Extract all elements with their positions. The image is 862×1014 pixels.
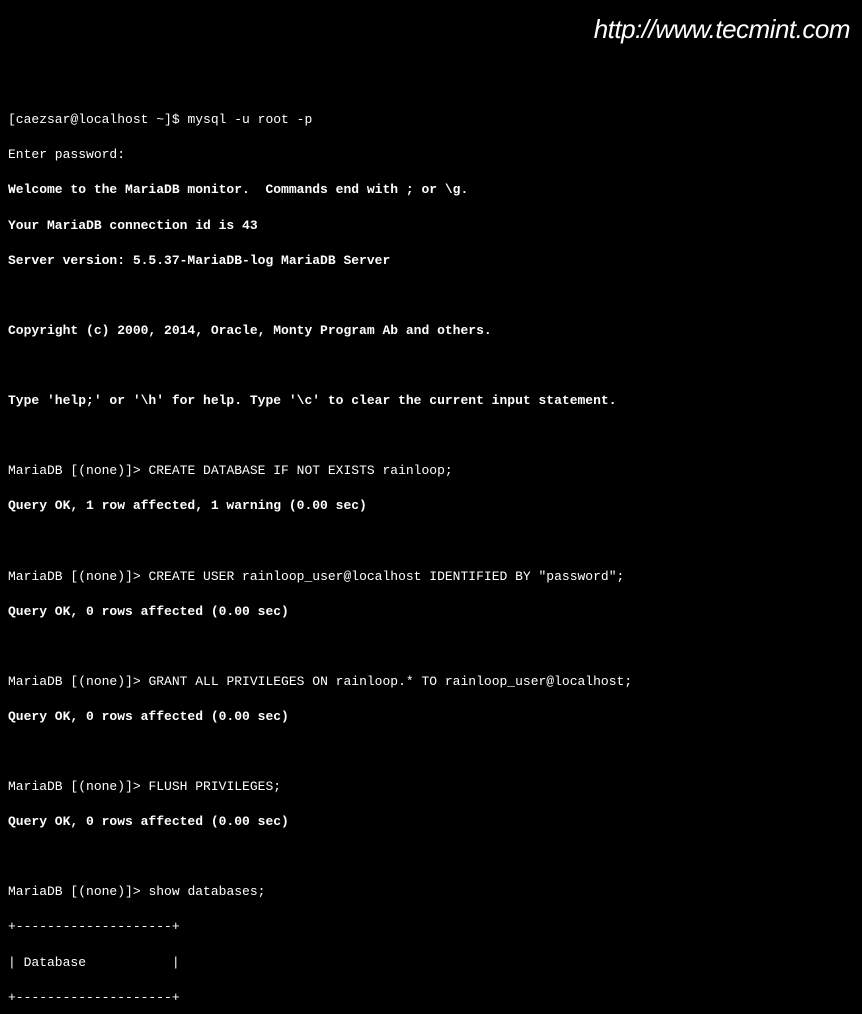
mariadb-prompt: MariaDB [(none)]> bbox=[8, 569, 148, 584]
server-version: Server version: 5.5.37-MariaDB-log Maria… bbox=[8, 253, 390, 268]
terminal-line: Query OK, 0 rows affected (0.00 sec) bbox=[8, 708, 854, 726]
terminal-line: Welcome to the MariaDB monitor. Commands… bbox=[8, 181, 854, 199]
border-text: +--------------------+ bbox=[8, 919, 180, 934]
terminal-line: Your MariaDB connection id is 43 bbox=[8, 217, 854, 235]
blank-line bbox=[8, 357, 854, 375]
terminal-line: Query OK, 0 rows affected (0.00 sec) bbox=[8, 813, 854, 831]
mariadb-prompt: MariaDB [(none)]> bbox=[8, 674, 148, 689]
mariadb-prompt: MariaDB [(none)]> bbox=[8, 884, 148, 899]
terminal-line: Enter password: bbox=[8, 146, 854, 164]
connection-id: Your MariaDB connection id is 43 bbox=[8, 218, 258, 233]
terminal-line[interactable]: MariaDB [(none)]> GRANT ALL PRIVILEGES O… bbox=[8, 673, 854, 691]
terminal-line[interactable]: MariaDB [(none)]> CREATE DATABASE IF NOT… bbox=[8, 462, 854, 480]
terminal-line[interactable]: MariaDB [(none)]> show databases; bbox=[8, 883, 854, 901]
mariadb-prompt: MariaDB [(none)]> bbox=[8, 779, 148, 794]
sql-command: FLUSH PRIVILEGES; bbox=[148, 779, 281, 794]
mariadb-prompt: MariaDB [(none)]> bbox=[8, 463, 148, 478]
blank-line bbox=[8, 638, 854, 656]
password-prompt: Enter password: bbox=[8, 147, 125, 162]
blank-line bbox=[8, 848, 854, 866]
shell-prompt: [caezsar@localhost ~]$ bbox=[8, 112, 187, 127]
query-result: Query OK, 0 rows affected (0.00 sec) bbox=[8, 604, 289, 619]
watermark-text: http://www.tecmint.com bbox=[594, 14, 850, 44]
welcome-text: Welcome to the MariaDB monitor. Commands… bbox=[8, 182, 468, 197]
terminal-line: Query OK, 1 row affected, 1 warning (0.0… bbox=[8, 497, 854, 515]
table-header: | Database | bbox=[8, 954, 854, 972]
query-result: Query OK, 1 row affected, 1 warning (0.0… bbox=[8, 498, 367, 513]
query-result: Query OK, 0 rows affected (0.00 sec) bbox=[8, 814, 289, 829]
terminal-line: Server version: 5.5.37-MariaDB-log Maria… bbox=[8, 252, 854, 270]
blank-line bbox=[8, 427, 854, 445]
help-text: Type 'help;' or '\h' for help. Type '\c'… bbox=[8, 393, 617, 408]
copyright-text: Copyright (c) 2000, 2014, Oracle, Monty … bbox=[8, 323, 492, 338]
sql-command: CREATE USER rainloop_user@localhost IDEN… bbox=[148, 569, 624, 584]
sql-command: CREATE DATABASE IF NOT EXISTS rainloop; bbox=[148, 463, 452, 478]
terminal-line[interactable]: MariaDB [(none)]> FLUSH PRIVILEGES; bbox=[8, 778, 854, 796]
terminal-line: Copyright (c) 2000, 2014, Oracle, Monty … bbox=[8, 322, 854, 340]
query-result: Query OK, 0 rows affected (0.00 sec) bbox=[8, 709, 289, 724]
blank-line bbox=[8, 532, 854, 550]
terminal-line[interactable]: MariaDB [(none)]> CREATE USER rainloop_u… bbox=[8, 568, 854, 586]
table-border: +--------------------+ bbox=[8, 989, 854, 1007]
table-border: +--------------------+ bbox=[8, 918, 854, 936]
terminal-line[interactable]: [caezsar@localhost ~]$ mysql -u root -p bbox=[8, 111, 854, 129]
sql-command: show databases; bbox=[148, 884, 265, 899]
border-text: +--------------------+ bbox=[8, 990, 180, 1005]
command-text: mysql -u root -p bbox=[187, 112, 312, 127]
blank-line bbox=[8, 743, 854, 761]
terminal-line: Type 'help;' or '\h' for help. Type '\c'… bbox=[8, 392, 854, 410]
sql-command: GRANT ALL PRIVILEGES ON rainloop.* TO ra… bbox=[148, 674, 632, 689]
watermark-overlay: http://www.tecmint.com bbox=[594, 12, 850, 47]
terminal-line: Query OK, 0 rows affected (0.00 sec) bbox=[8, 603, 854, 621]
header-text: | Database | bbox=[8, 955, 180, 970]
blank-line bbox=[8, 287, 854, 305]
